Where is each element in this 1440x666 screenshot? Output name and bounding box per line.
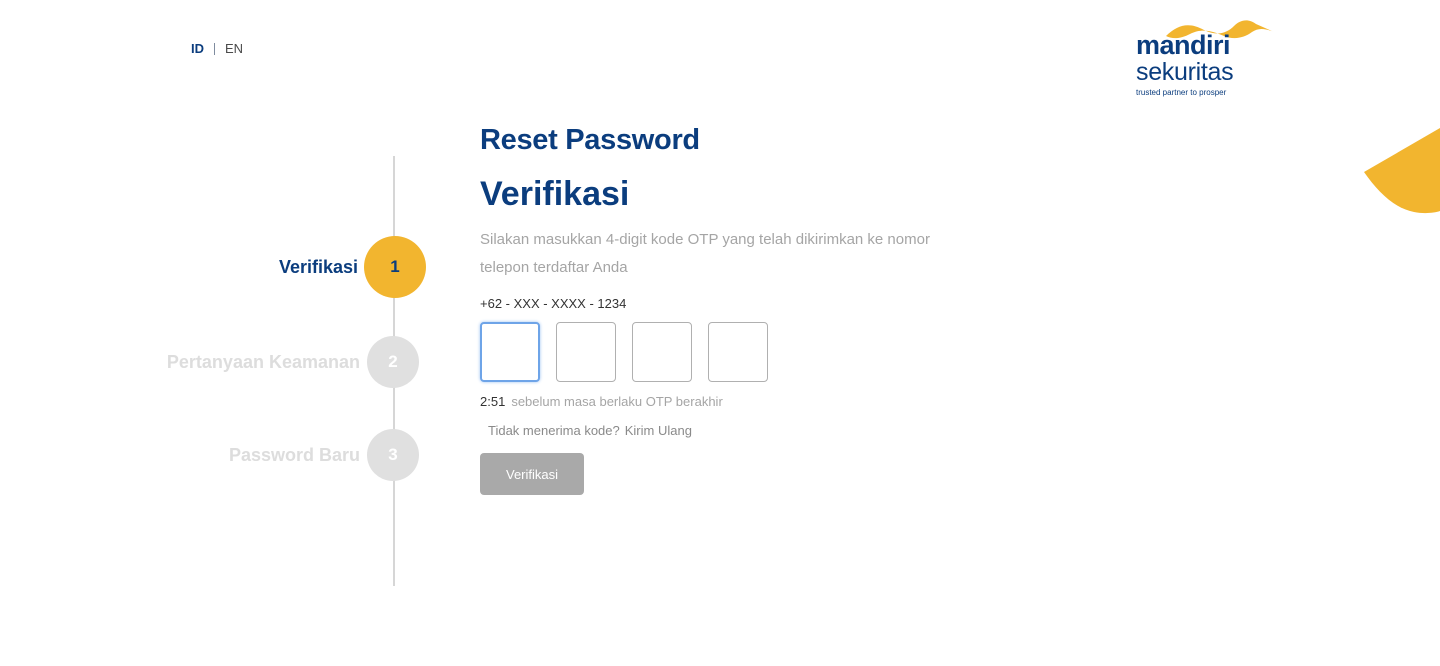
step-verifikasi: Verifikasi 1	[279, 236, 426, 298]
otp-digit-1[interactable]	[480, 322, 540, 382]
resend-question: Tidak menerima kode?	[488, 423, 620, 438]
language-en[interactable]: EN	[225, 41, 243, 56]
instruction-text: Silakan masukkan 4-digit kode OTP yang t…	[480, 231, 930, 276]
verify-button[interactable]: Verifikasi	[480, 453, 584, 495]
resend-row: Tidak menerima kode? Kirim Ulang	[488, 423, 960, 439]
resend-link[interactable]: Kirim Ulang	[625, 423, 692, 438]
section-heading: Verifikasi	[480, 175, 630, 213]
step-number: 2	[367, 336, 419, 388]
otp-digit-3[interactable]	[632, 322, 692, 382]
logo-subtitle: sekuritas	[1136, 58, 1234, 86]
step-number: 1	[364, 236, 426, 298]
mandiri-sekuritas-logo: mandiri sekuritas trusted partner to pro…	[1134, 16, 1279, 102]
step-pertanyaan-keamanan: Pertanyaan Keamanan 2	[167, 336, 419, 388]
page-title: Reset Password	[480, 124, 700, 156]
step-number: 3	[367, 429, 419, 481]
step-password-baru: Password Baru 3	[229, 429, 419, 481]
step-label: Verifikasi	[278, 256, 358, 277]
step-label: Pertanyaan Keamanan	[166, 351, 360, 372]
otp-inputs	[480, 322, 960, 382]
reset-password-page: ID EN mandiri sekuritas trusted partner …	[0, 0, 1440, 666]
masked-phone-number: +62 - XXX - XXXX - 1234	[480, 296, 627, 311]
decorative-shape	[1364, 128, 1440, 214]
language-divider	[214, 42, 215, 55]
otp-form: Reset Password Verifikasi Silakan masukk…	[480, 122, 960, 495]
otp-timer: 2:51 sebelum masa berlaku OTP berakhir	[480, 394, 960, 410]
timer-message: sebelum masa berlaku OTP berakhir	[511, 394, 723, 409]
logo-tagline: trusted partner to prosper	[1136, 88, 1227, 97]
timer-countdown: 2:51	[480, 394, 506, 409]
logo-brand: mandiri	[1136, 30, 1231, 60]
otp-digit-4[interactable]	[708, 322, 768, 382]
otp-digit-2[interactable]	[556, 322, 616, 382]
language-id[interactable]: ID	[191, 41, 204, 56]
step-label: Password Baru	[228, 444, 360, 465]
language-switch: ID EN	[191, 41, 243, 56]
